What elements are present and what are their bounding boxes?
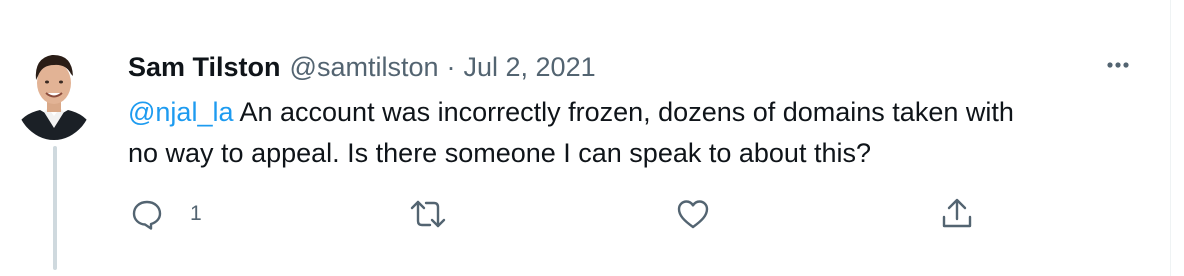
reply-icon — [132, 200, 162, 230]
tweet-header: Sam Tilston @samtilston · Jul 2, 2021 — [128, 50, 596, 84]
reply-button[interactable]: 1 — [130, 196, 202, 232]
heart-icon — [677, 200, 709, 229]
tweet-text: @njal_la An account was incorrectly froz… — [128, 92, 1138, 174]
thread-line — [53, 146, 57, 270]
more-dots-icon — [1107, 62, 1129, 68]
share-icon — [942, 198, 972, 228]
more-options-button[interactable] — [1096, 50, 1140, 80]
user-handle[interactable]: @samtilston — [290, 52, 439, 83]
reply-count: 1 — [190, 202, 202, 225]
retweet-icon — [410, 200, 446, 228]
separator-dot: · — [446, 51, 456, 82]
retweet-button[interactable] — [410, 196, 446, 232]
tweet-text-line2: no way to appeal. Is there someone I can… — [128, 138, 871, 168]
tweet-text-line1: An account was incorrectly frozen, dozen… — [233, 97, 1014, 127]
tweet-date[interactable]: Jul 2, 2021 — [464, 52, 596, 83]
avatar-photo — [14, 44, 94, 140]
display-name[interactable]: Sam Tilston — [128, 52, 281, 83]
timeline-border — [1170, 0, 1171, 276]
share-button[interactable] — [940, 196, 974, 232]
like-button[interactable] — [676, 196, 710, 232]
avatar[interactable] — [14, 44, 94, 140]
tweet[interactable]: Sam Tilston @samtilston · Jul 2, 2021 @n… — [0, 0, 1170, 276]
mention-link[interactable]: @njal_la — [128, 97, 233, 127]
